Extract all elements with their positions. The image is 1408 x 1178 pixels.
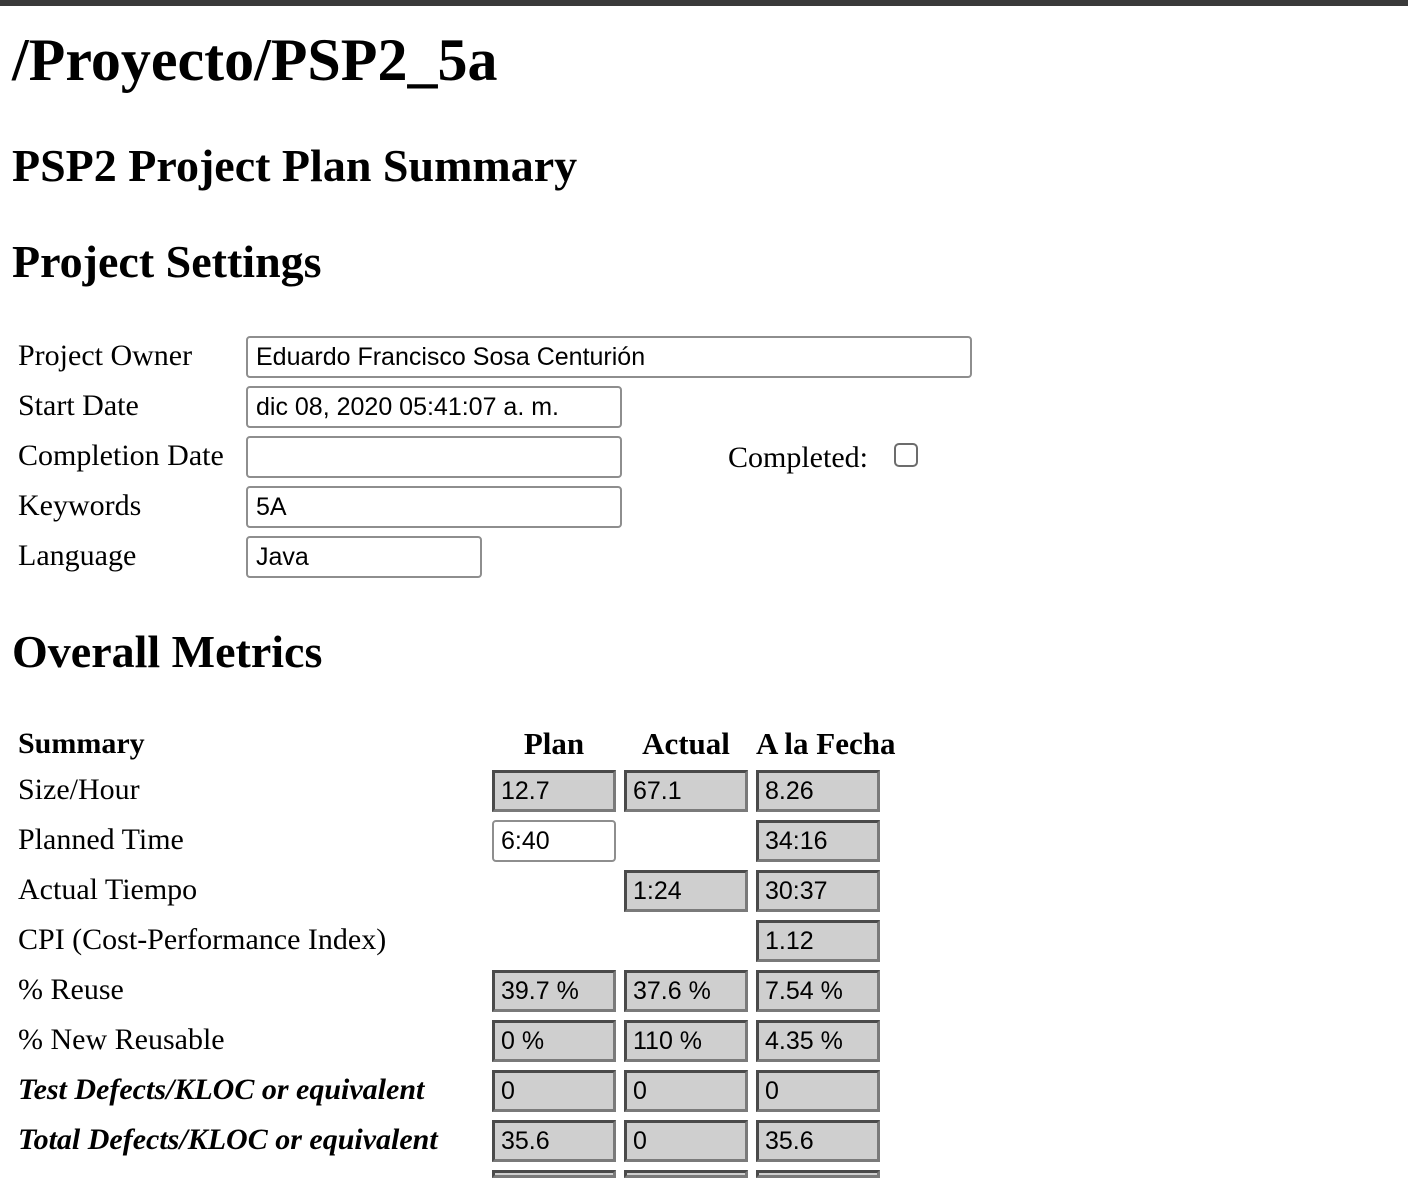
language-label: Language	[18, 539, 137, 572]
settings-heading: Project Settings	[12, 236, 322, 287]
actual-time-actual: 1:24	[624, 870, 748, 912]
total-defects-plan: 35.6	[492, 1120, 616, 1162]
completion-date-label: Completion Date	[18, 439, 224, 472]
size-hour-actual: 67.1	[624, 770, 748, 812]
keywords-label: Keywords	[18, 489, 142, 522]
summary-column-header: Summary	[18, 727, 145, 760]
new-reusable-plan: 0 %	[492, 1020, 616, 1062]
next-row-to-date-cell	[756, 1170, 880, 1178]
actual-column-header: Actual	[642, 726, 730, 761]
metric-label-new-reusable: % New Reusable	[18, 1023, 225, 1056]
completed-checkbox[interactable]	[894, 443, 918, 467]
metric-label-size-hour: Size/Hour	[18, 773, 140, 806]
window-top-border	[0, 0, 1408, 6]
page-subtitle: PSP2 Project Plan Summary	[12, 140, 578, 191]
cpi-to-date: 1.12	[756, 920, 880, 962]
reuse-plan: 39.7 %	[492, 970, 616, 1012]
to-date-column-header: A la Fecha	[756, 726, 896, 761]
start-date-label: Start Date	[18, 389, 139, 422]
test-defects-to-date: 0	[756, 1070, 880, 1112]
owner-label: Project Owner	[18, 339, 193, 372]
total-defects-to-date: 35.6	[756, 1120, 880, 1162]
metric-label-reuse: % Reuse	[18, 973, 124, 1006]
metric-label-planned-time: Planned Time	[18, 823, 184, 856]
owner-field[interactable]: Eduardo Francisco Sosa Centurión	[246, 336, 972, 378]
language-field[interactable]: Java	[246, 536, 482, 578]
new-reusable-actual: 110 %	[624, 1020, 748, 1062]
total-defects-actual: 0	[624, 1120, 748, 1162]
size-hour-to-date: 8.26	[756, 770, 880, 812]
size-hour-plan: 12.7	[492, 770, 616, 812]
next-row-plan-cell	[492, 1170, 616, 1178]
actual-time-to-date: 30:37	[756, 870, 880, 912]
metric-label-actual-time: Actual Tiempo	[18, 873, 198, 906]
keywords-field[interactable]: 5A	[246, 486, 622, 528]
completion-date-field[interactable]	[246, 436, 622, 478]
test-defects-actual: 0	[624, 1070, 748, 1112]
page-path-title: /Proyecto/PSP2_5a	[12, 27, 498, 93]
reuse-to-date: 7.54 %	[756, 970, 880, 1012]
new-reusable-to-date: 4.35 %	[756, 1020, 880, 1062]
test-defects-plan: 0	[492, 1070, 616, 1112]
metric-label-test-defects: Test Defects/KLOC or equivalent	[18, 1073, 425, 1106]
metric-label-cpi: CPI (Cost-Performance Index)	[18, 923, 387, 956]
planned-time-to-date: 34:16	[756, 820, 880, 862]
completed-label: Completed:	[728, 441, 868, 474]
reuse-actual: 37.6 %	[624, 970, 748, 1012]
next-row-actual-cell	[624, 1170, 748, 1178]
plan-column-header: Plan	[523, 726, 585, 761]
metrics-heading: Overall Metrics	[12, 626, 323, 677]
start-date-field[interactable]: dic 08, 2020 05:41:07 a. m.	[246, 386, 622, 428]
planned-time-plan-input[interactable]: 6:40	[492, 820, 616, 862]
metric-label-total-defects: Total Defects/KLOC or equivalent	[18, 1123, 438, 1156]
